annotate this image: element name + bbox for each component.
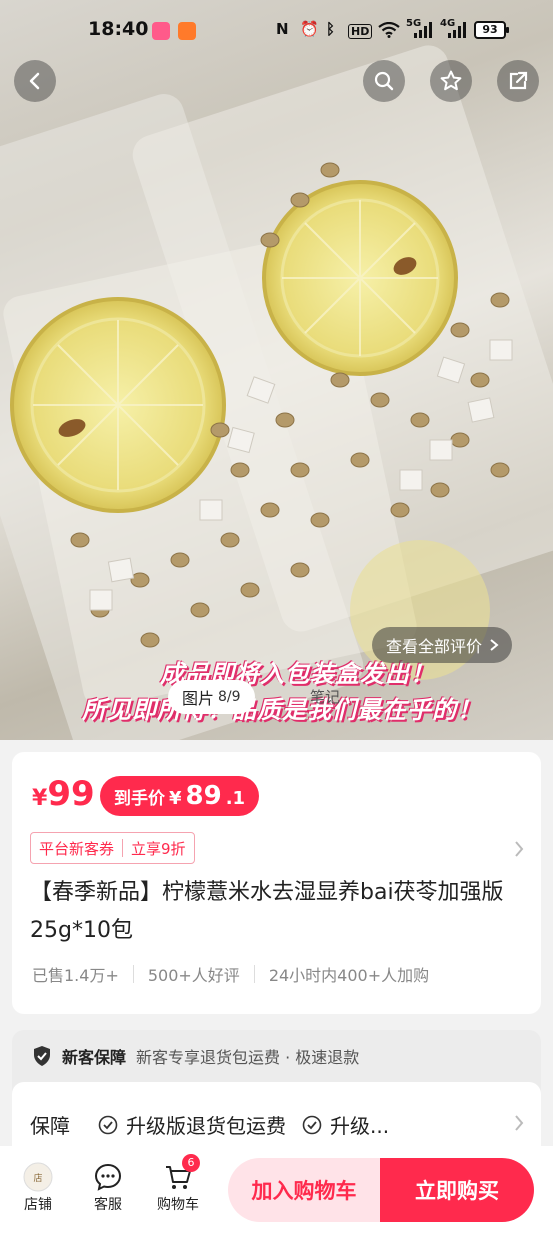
chevron-right-icon bbox=[515, 1115, 524, 1131]
svg-text:店: 店 bbox=[33, 1172, 42, 1184]
tab-notes[interactable]: 笔记 bbox=[310, 686, 340, 707]
store-icon: 店 bbox=[12, 1160, 64, 1194]
wifi-icon bbox=[378, 22, 400, 38]
search-button[interactable] bbox=[363, 60, 405, 102]
recent-add-to-cart: 24小时内400+人加购 bbox=[268, 966, 430, 985]
bottom-action-bar: 店 店铺 客服 6 购物车 加入购物车 立即购买 bbox=[0, 1146, 553, 1235]
final-price-label: 到手价 bbox=[114, 789, 165, 809]
original-price: ¥99 bbox=[32, 774, 95, 814]
product-image-gallery[interactable]: 18:40 N ⏰ ᛒ HD 5G 4G 93 成品即将入包装盒发出！ 所见即所… bbox=[0, 0, 553, 740]
cart-button[interactable]: 6 购物车 bbox=[152, 1154, 204, 1214]
signal-icon bbox=[414, 22, 432, 38]
new-guarantee-desc: 新客专享退货包运费 · 极速退款 bbox=[136, 1048, 360, 1067]
status-time: 18:40 bbox=[88, 18, 149, 40]
status-bar: 18:40 N ⏰ ᛒ HD 5G 4G 93 bbox=[0, 0, 553, 62]
new-customer-guarantee: 新客保障 新客专享退货包运费 · 极速退款 bbox=[32, 1044, 359, 1068]
add-to-cart-button[interactable]: 加入购物车 bbox=[228, 1158, 380, 1222]
buy-now-button[interactable]: 立即购买 bbox=[380, 1158, 534, 1222]
star-icon bbox=[440, 70, 462, 91]
bluetooth-icon: ᛒ bbox=[326, 20, 336, 38]
product-detail-page: 18:40 N ⏰ ᛒ HD 5G 4G 93 成品即将入包装盒发出！ 所见即所… bbox=[0, 0, 553, 1235]
notification-app-icon bbox=[152, 22, 170, 40]
sales-stats: 已售1.4万+ 500+人好评 24小时内400+人加购 bbox=[32, 962, 429, 986]
guarantee-item: 升级... bbox=[330, 1114, 390, 1138]
view-all-reviews-label: 查看全部评价 bbox=[386, 637, 483, 656]
product-info-card: ¥99 到手价 ¥89.1 平台新客券 立享9折 【春季新品】柠檬薏米水去湿显养… bbox=[12, 752, 541, 1014]
chat-icon bbox=[82, 1160, 134, 1194]
battery-indicator: 93 bbox=[474, 21, 509, 39]
guarantee-items: 保障 升级版退货包运费 升级... bbox=[30, 1110, 389, 1139]
check-circle-icon bbox=[98, 1115, 118, 1134]
image-overlay-text: 所见即所得！品质是我们最在乎的！ bbox=[82, 696, 482, 724]
new-customer-coupon[interactable]: 平台新客券 立享9折 bbox=[30, 832, 195, 864]
shield-check-icon bbox=[34, 1046, 50, 1066]
guarantee-item: 升级版退货包运费 bbox=[126, 1114, 286, 1138]
view-all-reviews-link[interactable]: 查看全部评价 bbox=[372, 627, 513, 663]
new-guarantee-title: 新客保障 bbox=[62, 1048, 127, 1067]
chevron-right-icon[interactable] bbox=[513, 840, 525, 858]
final-price-int: 89 bbox=[185, 781, 222, 811]
coupon-discount: 立享9折 bbox=[131, 839, 186, 858]
alarm-icon: ⏰ bbox=[300, 20, 319, 38]
divider bbox=[132, 965, 134, 983]
price-currency: ¥ bbox=[32, 786, 48, 811]
final-price-badge: 到手价 ¥89.1 bbox=[100, 776, 260, 816]
final-price-decimal: .1 bbox=[225, 788, 246, 809]
positive-reviews: 500+人好评 bbox=[147, 966, 240, 985]
store-button[interactable]: 店 店铺 bbox=[12, 1160, 64, 1214]
nfc-icon: N bbox=[276, 20, 289, 38]
back-button[interactable] bbox=[14, 60, 56, 102]
share-icon bbox=[509, 71, 528, 90]
share-button[interactable] bbox=[497, 60, 539, 102]
divider bbox=[253, 965, 255, 983]
cart-badge: 6 bbox=[182, 1154, 200, 1172]
final-price-currency: ¥ bbox=[169, 788, 182, 809]
check-circle-icon bbox=[302, 1115, 322, 1134]
chevron-right-icon bbox=[490, 639, 499, 651]
tab-images-label: 图片 bbox=[182, 689, 215, 708]
store-label: 店铺 bbox=[24, 1197, 52, 1213]
sold-count: 已售1.4万+ bbox=[32, 966, 119, 985]
signal-icon bbox=[448, 22, 466, 38]
favorite-button[interactable] bbox=[430, 60, 472, 102]
guarantee-label: 保障 bbox=[30, 1114, 70, 1138]
price-value: 99 bbox=[47, 774, 95, 814]
guarantee-card: 新客保障 新客专享退货包运费 · 极速退款 保障 升级版退货包运费 升级... bbox=[12, 1030, 541, 1172]
notification-app-icon bbox=[178, 22, 196, 40]
tab-images[interactable]: 图片 8/9 bbox=[168, 680, 255, 714]
customer-service-button[interactable]: 客服 bbox=[82, 1160, 134, 1214]
chevron-left-icon bbox=[29, 72, 40, 90]
hd-icon: HD bbox=[348, 24, 373, 39]
search-icon bbox=[374, 71, 394, 91]
coupon-name: 平台新客券 bbox=[39, 839, 115, 858]
cart-label: 购物车 bbox=[157, 1197, 199, 1213]
image-index: 8/9 bbox=[218, 689, 241, 705]
cart-icon: 6 bbox=[152, 1154, 204, 1194]
product-title: 【春季新品】柠檬薏米水去湿显养bai茯苓加强版25g*10包 bbox=[30, 880, 504, 943]
customer-service-label: 客服 bbox=[94, 1197, 122, 1213]
